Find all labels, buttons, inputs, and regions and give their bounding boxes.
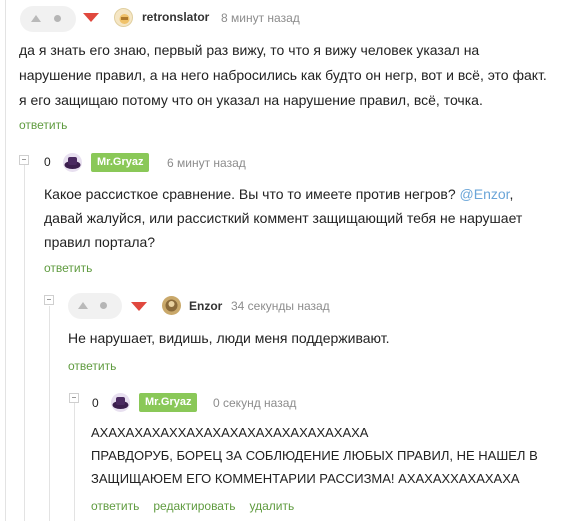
user-mention-link[interactable]: @Enzor [460, 186, 510, 202]
comment-time[interactable]: 34 секунды назад [231, 299, 330, 313]
thread-line-level-2 [49, 306, 50, 521]
comment-text-line: правил портала? [44, 234, 156, 250]
comment-actions: ответить [68, 359, 116, 373]
comment-time[interactable]: 0 секунд назад [213, 396, 296, 410]
comment-actions: ответить [44, 261, 92, 275]
reply-link[interactable]: ответить [68, 359, 116, 373]
author-name-badge[interactable]: Mr.Gryaz [91, 153, 150, 172]
neutral-dot-icon [54, 15, 61, 22]
avatar[interactable] [114, 8, 133, 27]
thread-line-level-0 [5, 0, 6, 521]
comment-text-line: я его защищаю потому что он указал на на… [19, 92, 483, 108]
comment-text-line: АХАХАХАХАХХАХАХАХАХАХАХАХАХАХАХА [91, 425, 369, 440]
downvote-icon[interactable] [131, 302, 147, 311]
author-name[interactable]: Enzor [189, 299, 222, 313]
reply-link[interactable]: ответить [19, 118, 67, 132]
comment-time[interactable]: 6 минут назад [167, 156, 246, 170]
author-name[interactable]: retronslator [142, 10, 209, 24]
comment-text: , [509, 186, 514, 202]
upvote-icon[interactable] [78, 302, 88, 309]
delete-link[interactable]: удалить [249, 499, 294, 513]
comment-actions: ответить [19, 118, 67, 132]
comment-text: Какое рассисткое сравнение. Вы что то им… [44, 186, 456, 202]
comment-text-line: давай жалуйся, или рассисткий коммент за… [44, 210, 523, 226]
collapse-toggle[interactable] [44, 295, 54, 305]
neutral-dot-icon [100, 302, 107, 309]
vote-pill [20, 6, 76, 32]
reply-link[interactable]: ответить [91, 499, 139, 513]
avatar[interactable] [111, 393, 130, 412]
comment-text-line: да я знать его знаю, первый раз вижу, то… [19, 42, 480, 58]
vote-pill [68, 293, 122, 319]
upvote-icon[interactable] [31, 15, 41, 22]
comment-text-line: ПРАВДОРУБ, БОРЕЦ ЗА СОБЛЮДЕНИЕ ЛЮБЫХ ПРА… [91, 448, 538, 463]
collapse-toggle[interactable] [19, 155, 29, 165]
avatar[interactable] [162, 296, 181, 315]
comment-text-line: нарушение правил, а на него набросились … [19, 67, 547, 83]
comment-text-line: Какое рассисткое сравнение. Вы что то им… [44, 182, 513, 207]
rating-value: 0 [92, 396, 99, 410]
comment-text-line: ЗАЩИЩАЮЕМ ЕГО КОММЕНТАРИИ РАССИЗМА! АХАХ… [91, 471, 520, 486]
downvote-icon[interactable] [83, 13, 99, 22]
thread-line-level-3 [74, 402, 75, 521]
reply-link[interactable]: ответить [44, 261, 92, 275]
comment-time[interactable]: 8 минут назад [221, 11, 300, 25]
avatar[interactable] [63, 153, 82, 172]
edit-link[interactable]: редактировать [153, 499, 235, 513]
thread-line-level-1 [24, 164, 25, 521]
comment-actions: ответить редактировать удалить [91, 499, 294, 513]
collapse-toggle[interactable] [69, 393, 79, 403]
comment-text-line: Не нарушает, видишь, люди меня поддержив… [68, 330, 390, 346]
author-name-badge[interactable]: Mr.Gryaz [139, 393, 198, 412]
rating-value: 0 [44, 155, 51, 169]
